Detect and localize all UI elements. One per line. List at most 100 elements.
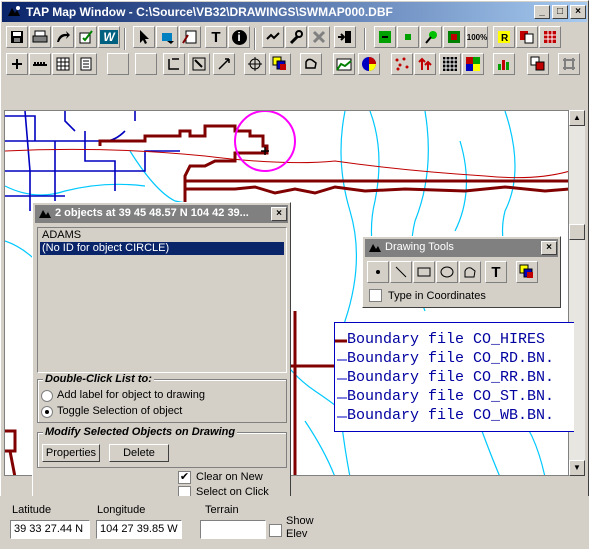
- print-button[interactable]: [29, 26, 51, 48]
- rectangle-tool-button[interactable]: [413, 261, 435, 283]
- plus-grid-button[interactable]: [558, 53, 580, 75]
- green-pin-button[interactable]: [420, 26, 442, 48]
- line-tool-button[interactable]: [163, 53, 185, 75]
- text-tool-button[interactable]: T: [205, 26, 227, 48]
- clear-on-new-label: Clear on New: [196, 471, 263, 483]
- copy-red-icon: [520, 31, 534, 44]
- longitude-label: Longitude: [97, 504, 146, 516]
- exit-button[interactable]: [334, 26, 356, 48]
- freehand-shape-icon: [305, 58, 317, 69]
- title-bar[interactable]: TAP Map Window - C:\Source\VB32\DRAWINGS…: [2, 2, 587, 22]
- overlay-button[interactable]: [269, 53, 291, 75]
- toggle-selection-radio[interactable]: [41, 406, 53, 418]
- delete-object-button[interactable]: Delete: [109, 444, 169, 462]
- yellow-r-button[interactable]: R: [493, 26, 515, 48]
- yellow-r-icon: R: [498, 31, 510, 44]
- edit-check-button[interactable]: [75, 26, 97, 48]
- type-coordinates-label: Type in Coordinates: [388, 290, 486, 302]
- points-button[interactable]: [391, 53, 413, 75]
- boundary-legend: Boundary file CO_HIRES Boundary file CO_…: [334, 322, 574, 432]
- plus-grid-icon: [563, 58, 575, 70]
- modify-group-label: Modify Selected Objects on Drawing: [43, 426, 238, 438]
- text-draw-button[interactable]: T: [485, 261, 507, 283]
- area-chart-icon: [336, 58, 352, 71]
- line-draw-button[interactable]: [390, 261, 412, 283]
- grid-button[interactable]: [52, 53, 74, 75]
- ellipse-icon: [440, 266, 454, 278]
- color-tool-button[interactable]: [516, 261, 538, 283]
- svg-text:R: R: [501, 33, 509, 44]
- minimize-button[interactable]: _: [534, 5, 550, 19]
- pie-button[interactable]: [358, 53, 380, 75]
- clear-on-new-checkbox[interactable]: ✔: [178, 471, 191, 484]
- add-button[interactable]: [6, 53, 28, 75]
- add-label-radio[interactable]: [41, 390, 53, 402]
- polygon-tool-button[interactable]: [459, 261, 481, 283]
- red-grid-button[interactable]: [539, 26, 561, 48]
- scroll-up-button[interactable]: ▲: [569, 110, 585, 126]
- green-nav-2-button[interactable]: [397, 26, 419, 48]
- drawing-tools-dialog: Drawing Tools × T Type in Coordinates: [362, 236, 561, 308]
- freehand-button[interactable]: [300, 53, 322, 75]
- info-button[interactable]: i: [228, 26, 250, 48]
- drawing-tools-close-button[interactable]: ×: [541, 241, 557, 255]
- legend-row: Boundary file CO_ST.BN.: [347, 388, 555, 405]
- green-nav-1-button[interactable]: [374, 26, 396, 48]
- type-coordinates-checkbox[interactable]: [369, 289, 382, 302]
- app-icon: [39, 210, 51, 218]
- maximize-button[interactable]: □: [552, 5, 568, 19]
- resize-button[interactable]: [213, 53, 235, 75]
- zoom-window-button[interactable]: [188, 53, 210, 75]
- properties-button[interactable]: Properties: [42, 444, 100, 462]
- layers-button[interactable]: [527, 53, 549, 75]
- blank-tool-2-button[interactable]: [135, 53, 157, 75]
- scale-button[interactable]: [29, 53, 51, 75]
- list-item[interactable]: ADAMS: [40, 229, 284, 242]
- bar-chart-button[interactable]: [493, 53, 515, 75]
- pan-route-button[interactable]: [262, 26, 284, 48]
- grid-layer-button[interactable]: [462, 53, 484, 75]
- data-edit-button[interactable]: [179, 26, 201, 48]
- point-tool-button[interactable]: [367, 261, 389, 283]
- blank-tool-1-button[interactable]: [107, 53, 129, 75]
- copy-red-button[interactable]: [516, 26, 538, 48]
- eraser-select-button[interactable]: [156, 26, 178, 48]
- route-icon: [266, 32, 280, 40]
- longitude-field[interactable]: 104 27 39.85 W: [96, 520, 182, 539]
- pointer-button[interactable]: [133, 26, 155, 48]
- list-item-selected[interactable]: (No ID for object CIRCLE): [40, 242, 284, 255]
- scroll-thumb[interactable]: [569, 224, 585, 240]
- latitude-field[interactable]: 39 33 27.44 N: [10, 520, 90, 539]
- ruler-icon: [33, 62, 47, 66]
- w-tool-button[interactable]: W: [98, 26, 120, 48]
- terrain-field[interactable]: [200, 520, 266, 539]
- arrows-icon: [418, 57, 432, 70]
- move-button[interactable]: [244, 53, 266, 75]
- wrench-icon: [289, 30, 303, 45]
- green-box-icon: [379, 31, 391, 43]
- rectangle-icon: [417, 267, 431, 277]
- export-button[interactable]: [52, 26, 74, 48]
- plus-icon: [12, 59, 22, 69]
- layers-icon: [530, 56, 545, 71]
- area-button[interactable]: [333, 53, 355, 75]
- query-button[interactable]: [285, 26, 307, 48]
- ellipse-tool-button[interactable]: [436, 261, 458, 283]
- zoom-100-button[interactable]: 100%: [466, 26, 488, 48]
- save-button[interactable]: [6, 26, 28, 48]
- notes-button[interactable]: [75, 53, 97, 75]
- delete-button[interactable]: [308, 26, 330, 48]
- objects-list[interactable]: ADAMS (No ID for object CIRCLE): [37, 227, 287, 373]
- red-zoom-button[interactable]: [443, 26, 465, 48]
- drawing-tools-titlebar[interactable]: Drawing Tools ×: [365, 239, 558, 257]
- grid-color-button[interactable]: [439, 53, 461, 75]
- objects-dialog-titlebar[interactable]: 2 objects at 39 45 48.57 N 104 42 39... …: [35, 205, 288, 223]
- objects-dialog-close-button[interactable]: ×: [271, 207, 287, 221]
- polygon-icon: [464, 267, 476, 278]
- close-button[interactable]: ×: [570, 5, 586, 19]
- scroll-down-button[interactable]: ▼: [569, 460, 585, 476]
- legend-row: Boundary file CO_RR.BN.: [347, 369, 555, 386]
- toggle-selection-option: Toggle Selection of object: [57, 405, 183, 417]
- arrows-button[interactable]: [414, 53, 436, 75]
- show-elev-checkbox[interactable]: [269, 524, 282, 537]
